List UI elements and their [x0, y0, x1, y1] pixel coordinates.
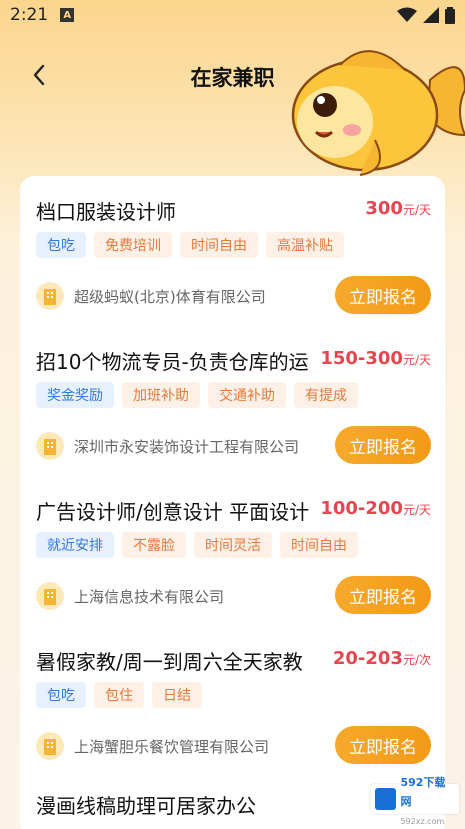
job-title: 广告设计师/创意设计 平面设计	[36, 500, 310, 524]
job-title-partial[interactable]: 漫画线稿助理可居家办公	[36, 790, 256, 819]
job-item[interactable]: 档口服装设计师 300元/天 包吃 免费培训 时间自由 高温补贴 超级蚂蚁(北京…	[36, 196, 431, 346]
job-salary: 20-203元/次	[333, 648, 431, 669]
status-icons	[397, 6, 455, 24]
job-title: 档口服装设计师	[36, 200, 176, 224]
job-tag: 加班补助	[122, 382, 200, 408]
salary-amount: 150-300	[320, 348, 403, 369]
status-time: 2:21	[10, 5, 49, 25]
battery-icon	[445, 6, 455, 24]
goldfish-mascot-icon	[291, 50, 465, 176]
watermark-line1: 592下载网	[400, 775, 446, 808]
job-tag: 就近安排	[36, 532, 114, 558]
job-tag: 奖金奖励	[36, 382, 114, 408]
job-salary: 300元/天	[365, 198, 431, 219]
apply-button[interactable]: 立即报名	[335, 426, 431, 464]
job-salary: 100-200元/天	[320, 498, 431, 519]
job-tags: 包吃 免费培训 时间自由 高温补贴	[36, 232, 344, 258]
job-tag: 日结	[152, 682, 202, 708]
signal-icon	[423, 7, 439, 23]
job-title: 暑假家教/周一到周六全天家教	[36, 650, 303, 674]
job-title: 招10个物流专员-负责仓库的运	[36, 350, 309, 374]
salary-amount: 100-200	[320, 498, 403, 519]
wifi-icon	[397, 7, 417, 22]
company-info: 上海信息技术有限公司	[36, 582, 224, 610]
job-item[interactable]: 广告设计师/创意设计 平面设计 100-200元/天 就近安排 不露脸 时间灵活…	[36, 496, 431, 646]
job-tags: 包吃 包住 日结	[36, 682, 202, 708]
job-tag: 包吃	[36, 682, 86, 708]
notification-a-icon: A	[60, 8, 75, 22]
company-info: 深圳市永安装饰设计工程有限公司	[36, 432, 299, 460]
watermark-logo-icon	[375, 788, 397, 810]
company-info: 超级蚂蚁(北京)体育有限公司	[36, 282, 266, 310]
job-tags: 就近安排 不露脸 时间灵活 时间自由	[36, 532, 358, 558]
watermark-text: 592下载网 592xz.com	[400, 771, 455, 828]
job-salary: 150-300元/天	[320, 348, 431, 369]
status-bar: 2:21 A	[0, 0, 465, 30]
company-building-icon	[36, 282, 64, 310]
salary-unit: 元/天	[402, 353, 431, 367]
job-tag: 包住	[94, 682, 144, 708]
company-name: 上海蟹胆乐餐饮管理有限公司	[74, 737, 270, 756]
site-watermark: 592下载网 592xz.com	[371, 776, 459, 826]
job-tag: 高温补贴	[266, 232, 344, 258]
company-building-icon	[36, 732, 64, 760]
company-name: 超级蚂蚁(北京)体育有限公司	[74, 287, 266, 306]
job-tag: 不露脸	[122, 532, 186, 558]
job-tag: 交通补助	[208, 382, 286, 408]
job-tag: 有提成	[294, 382, 358, 408]
apply-button[interactable]: 立即报名	[335, 726, 431, 764]
job-tags: 奖金奖励 加班补助 交通补助 有提成	[36, 382, 358, 408]
company-info: 上海蟹胆乐餐饮管理有限公司	[36, 732, 269, 760]
salary-amount: 20-203	[332, 648, 403, 669]
job-item[interactable]: 招10个物流专员-负责仓库的运 150-300元/天 奖金奖励 加班补助 交通补…	[36, 346, 431, 496]
job-tag: 时间自由	[180, 232, 258, 258]
job-tag: 免费培训	[94, 232, 172, 258]
apply-button[interactable]: 立即报名	[335, 576, 431, 614]
salary-unit: 元/次	[402, 653, 431, 667]
company-name: 上海信息技术有限公司	[74, 587, 225, 606]
company-building-icon	[36, 582, 64, 610]
job-tag: 包吃	[36, 232, 86, 258]
salary-unit: 元/天	[402, 503, 431, 517]
job-item[interactable]: 暑假家教/周一到周六全天家教 20-203元/次 包吃 包住 日结 上海蟹胆乐餐…	[36, 646, 431, 796]
apply-button[interactable]: 立即报名	[335, 276, 431, 314]
company-name: 深圳市永安装饰设计工程有限公司	[74, 437, 300, 456]
job-tag: 时间灵活	[194, 532, 272, 558]
company-building-icon	[36, 432, 64, 460]
salary-unit: 元/天	[402, 203, 431, 217]
watermark-line2: 592xz.com	[400, 816, 445, 826]
salary-amount: 300	[365, 198, 403, 219]
job-tag: 时间自由	[280, 532, 358, 558]
